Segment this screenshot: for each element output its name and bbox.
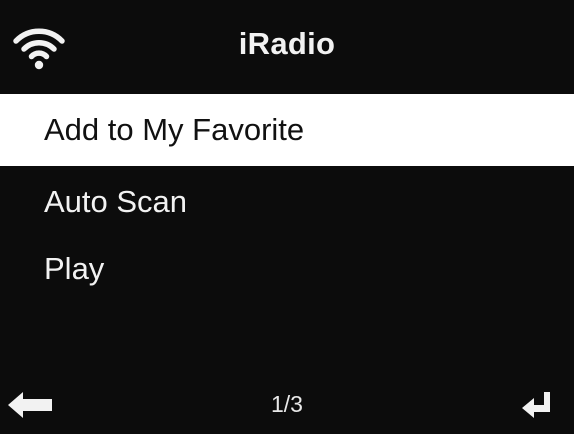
enter-icon[interactable] [522,392,552,418]
menu-item-add-to-my-favorite[interactable]: Add to My Favorite [0,94,574,166]
menu-list: Add to My Favorite Auto Scan Play [0,94,574,304]
header-bar: iRadio [0,0,574,94]
menu-item-auto-scan[interactable]: Auto Scan [0,166,574,238]
iradio-screen: iRadio Add to My Favorite Auto Scan Play… [0,0,574,434]
menu-item-play[interactable]: Play [0,238,574,304]
page-indicator: 1/3 [271,391,303,417]
footer-bar: 1/3 [0,378,574,434]
page-title: iRadio [238,26,336,61]
